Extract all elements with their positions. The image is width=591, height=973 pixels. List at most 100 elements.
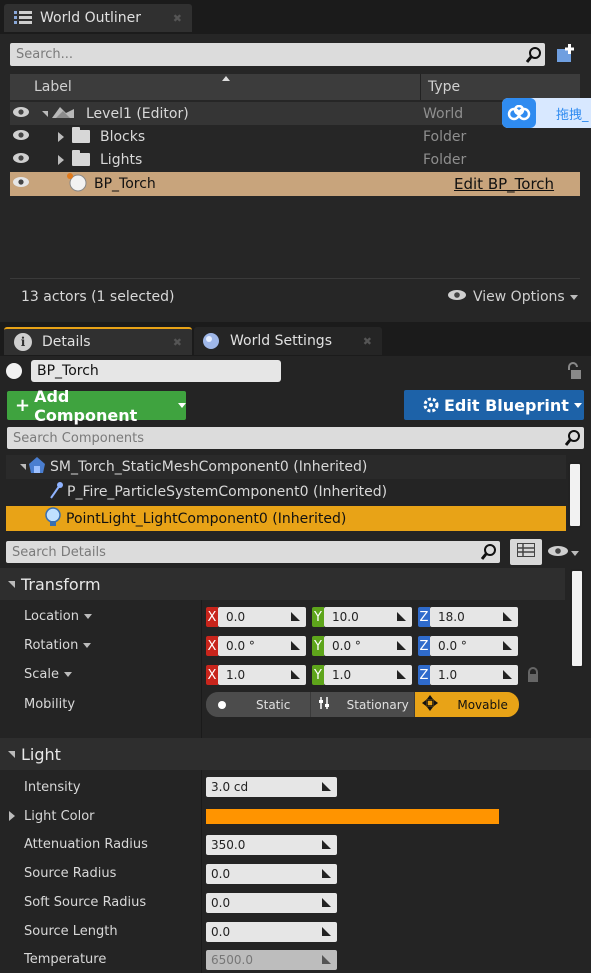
mobility-static-button[interactable]: Static <box>206 692 310 717</box>
move-arrows-icon <box>421 694 439 716</box>
chevron-right-icon[interactable] <box>58 154 64 165</box>
source-length-label: Source Length <box>24 924 118 939</box>
search-icon[interactable] <box>523 44 545 66</box>
scale-lock-icon[interactable] <box>526 667 542 683</box>
location-x-field[interactable]: 0.0 <box>218 607 306 627</box>
attenuation-radius-field[interactable]: 350.0 <box>206 835 337 855</box>
add-component-button[interactable]: + Add Component <box>7 387 186 425</box>
drag-handle-icon <box>322 840 331 849</box>
scale-label[interactable]: Scale <box>24 667 72 682</box>
drag-handle-icon <box>397 612 406 621</box>
component-row-selected[interactable]: PointLight_LightComponent0 (Inherited) <box>6 506 566 531</box>
search-components-box[interactable] <box>7 427 584 449</box>
tab-world-outliner[interactable]: World Outliner ✖ <box>4 4 192 32</box>
source-radius-label: Source Radius <box>24 866 117 881</box>
add-component-label: Add Component <box>34 386 138 425</box>
eye-icon[interactable] <box>12 152 30 168</box>
property-grid-divider[interactable] <box>201 568 202 973</box>
close-tab-icon[interactable]: ✖ <box>173 12 182 25</box>
location-z-field[interactable]: 18.0 <box>430 607 518 627</box>
outliner-search-input[interactable] <box>10 43 523 66</box>
search-icon[interactable] <box>478 541 500 563</box>
lock-icon[interactable] <box>565 362 581 380</box>
scale-y-field[interactable]: 1.0 <box>324 665 412 685</box>
search-icon[interactable] <box>562 427 584 449</box>
details-view-options[interactable] <box>547 545 579 561</box>
soft-source-radius-field[interactable]: 0.0 <box>206 893 337 913</box>
chevron-down-icon[interactable] <box>20 464 26 470</box>
components-scrollbar[interactable] <box>568 462 582 528</box>
drag-handle-icon <box>322 782 331 791</box>
gear-icon <box>422 396 440 414</box>
tab-details[interactable]: i Details ✖ <box>4 327 192 355</box>
edit-blueprint-button[interactable]: Edit Blueprint <box>404 390 584 420</box>
chevron-right-icon[interactable] <box>9 811 15 821</box>
actor-name-field[interactable]: BP_Torch <box>31 360 281 382</box>
source-radius-field[interactable]: 0.0 <box>206 864 337 884</box>
eye-icon[interactable] <box>12 176 30 192</box>
chevron-down-icon[interactable] <box>42 110 48 117</box>
location-y-field[interactable]: 10.0 <box>324 607 412 627</box>
rotation-z-field[interactable]: 0.0 ° <box>430 636 518 656</box>
location-label[interactable]: Location <box>24 609 92 624</box>
search-details-input[interactable] <box>6 541 478 563</box>
rotation-label[interactable]: Rotation <box>24 638 92 653</box>
mobility-movable-button[interactable]: Movable <box>415 692 519 717</box>
details-scrollbar[interactable] <box>570 569 584 668</box>
close-tab-icon[interactable]: ✖ <box>363 335 372 348</box>
outliner-item-type: Folder <box>423 128 467 145</box>
tab-world-settings[interactable]: World Settings ✖ <box>194 327 382 355</box>
chevron-right-icon[interactable] <box>58 131 64 142</box>
add-actor-icon[interactable] <box>555 44 577 64</box>
mobility-stationary-button[interactable]: Stationary <box>310 692 415 717</box>
scale-x-field[interactable]: 1.0 <box>218 665 306 685</box>
eye-icon[interactable] <box>12 129 30 145</box>
axis-z-label: Z <box>418 607 430 627</box>
mobility-movable-label: Movable <box>457 697 508 712</box>
eye-icon[interactable] <box>12 106 30 122</box>
temperature-label: Temperature <box>24 952 107 967</box>
rotation-x-field[interactable]: 0.0 ° <box>218 636 306 656</box>
eye-icon <box>447 289 469 305</box>
search-components-input[interactable] <box>7 427 562 449</box>
scale-z-field[interactable]: 1.0 <box>430 665 518 685</box>
outliner-item-type: World <box>423 105 464 122</box>
column-divider[interactable] <box>420 74 421 100</box>
search-details-box[interactable] <box>6 541 500 563</box>
folder-icon <box>72 150 90 166</box>
view-options-button[interactable]: View Options <box>447 289 578 305</box>
outliner-search-box[interactable] <box>10 43 545 66</box>
outliner-row-bp-torch[interactable]: BP_Torch Edit BP_Torch <box>10 172 580 196</box>
temperature-field[interactable]: 6500.0 <box>206 950 337 970</box>
outliner-row-level[interactable]: Level1 (Editor) World <box>10 102 580 125</box>
transform-section-header[interactable]: Transform <box>0 568 565 600</box>
chevron-down-icon <box>83 643 92 648</box>
mobility-static-label: Static <box>256 697 291 712</box>
tab-world-settings-label: World Settings <box>230 333 332 349</box>
column-header-label[interactable]: Label <box>34 79 72 95</box>
plus-icon: + <box>15 395 31 416</box>
component-row[interactable]: SM_Torch_StaticMeshComponent0 (Inherited… <box>6 455 566 479</box>
outliner-item-label: Level1 (Editor) <box>86 105 189 122</box>
outliner-row-blocks[interactable]: Blocks Folder <box>10 125 580 148</box>
close-tab-icon[interactable]: ✖ <box>173 336 182 349</box>
chevron-down-icon <box>63 672 72 677</box>
folder-icon <box>72 127 90 143</box>
light-section-header[interactable]: Light <box>0 738 591 770</box>
attenuation-radius-label: Attenuation Radius <box>24 837 148 852</box>
light-color-swatch[interactable] <box>206 809 499 824</box>
chevron-down-icon <box>178 403 186 408</box>
component-row[interactable]: P_Fire_ParticleSystemComponent0 (Inherit… <box>6 480 566 504</box>
column-header-type[interactable]: Type <box>428 79 460 95</box>
intensity-field[interactable]: 3.0 cd <box>206 777 337 797</box>
grid-icon <box>516 542 536 561</box>
outliner-row-lights[interactable]: Lights Folder <box>10 148 580 171</box>
static-mesh-icon <box>28 456 46 478</box>
rotation-y-field[interactable]: 0.0 ° <box>324 636 412 656</box>
edit-blueprint-link[interactable]: Edit BP_Torch <box>454 175 554 193</box>
floating-overlay-badge[interactable]: 拖拽_ <box>502 98 591 128</box>
source-length-field[interactable]: 0.0 <box>206 922 337 942</box>
property-matrix-button[interactable] <box>510 539 542 565</box>
globe-icon <box>202 332 220 350</box>
particle-system-icon <box>48 481 64 503</box>
